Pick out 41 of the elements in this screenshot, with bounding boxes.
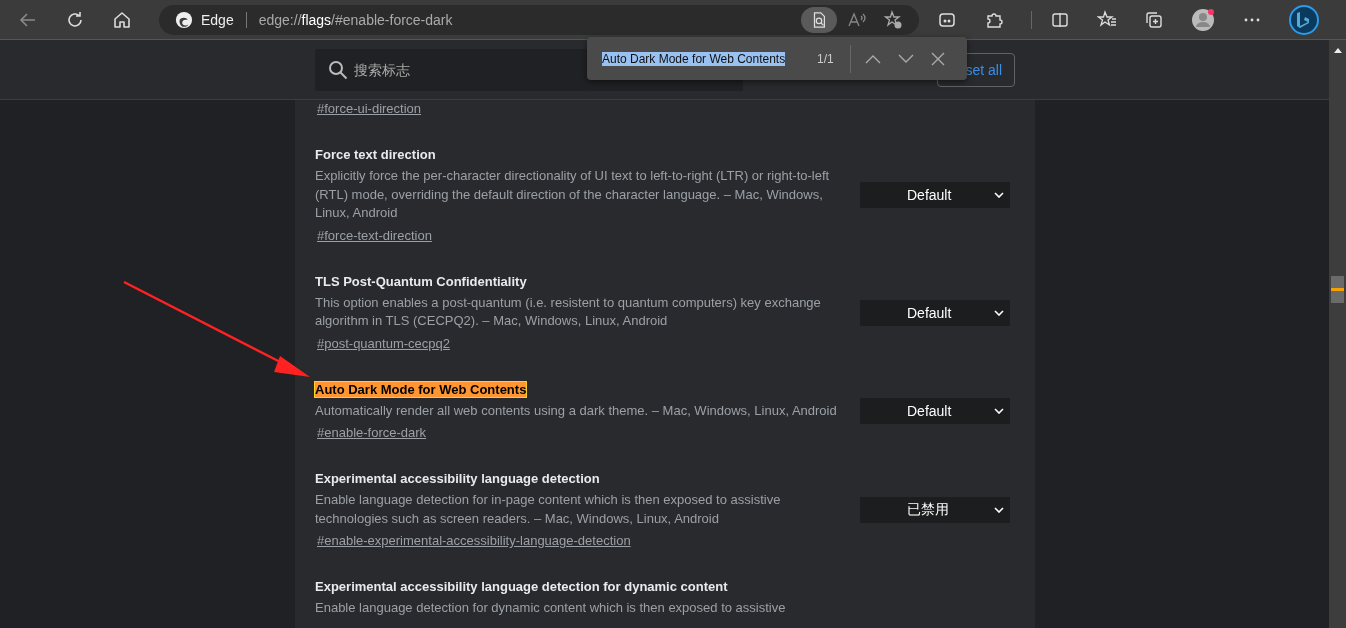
site-label: Edge: [201, 11, 234, 28]
flag-link[interactable]: #enable-experimental-accessibility-language-detection: [317, 533, 631, 548]
chevron-down-icon: [994, 192, 1004, 199]
flag-link[interactable]: #enable-force-dark: [317, 425, 427, 440]
flag-description: This option enables a post-quantum (i.e. resistent to quantum computers) key exchange algorithm in TLS (CECPQ2). – Mac, Windows, Linux, Android: [315, 293, 822, 330]
find-on-page-button[interactable]: [801, 6, 838, 33]
next-match-icon[interactable]: [897, 53, 914, 64]
chevron-down-icon: [994, 507, 1004, 513]
scroll-up-icon[interactable]: [1333, 48, 1342, 53]
add-favorite-icon[interactable]: [883, 9, 904, 30]
flag-dropdown[interactable]: Default: [860, 299, 1010, 326]
refresh-icon[interactable]: [65, 9, 85, 30]
flag-description: Enable language detection for in-page content which is then exposed to assistive technologies such as screen readers. – Mac, Windows, Linux, Android: [315, 491, 782, 528]
flag-dropdown[interactable]: Default: [860, 182, 1010, 209]
flag-title: Force text direction: [315, 147, 436, 162]
edge-logo-icon: [175, 10, 193, 29]
url-text: edge://flags/#enable-force-dark: [258, 11, 453, 28]
flag-link[interactable]: #post-quantum-cecpq2: [317, 335, 450, 351]
flag-title: TLS Post-Quantum Confidentiality: [315, 273, 527, 289]
scrollbar[interactable]: [1329, 40, 1346, 628]
bing-logo-icon[interactable]: [1289, 4, 1319, 35]
flag-title: Experimental accessibility language detection for dynamic content: [315, 579, 728, 594]
flag-dropdown[interactable]: 已禁用: [860, 497, 1010, 523]
chevron-down-icon: [994, 309, 1004, 316]
scroll-thumb[interactable]: [1331, 276, 1344, 303]
home-icon[interactable]: [112, 9, 132, 30]
chevron-down-icon: [994, 408, 1004, 415]
address-bar[interactable]: Edge edge://flags/#enable-force-dark: [159, 4, 920, 35]
avatar-icon[interactable]: [1191, 7, 1215, 32]
flag-link[interactable]: #force-ui-direction: [317, 101, 422, 116]
match-count: 1/1: [817, 51, 834, 66]
flag-description: Explicitly force the per-character directionality of UI text to left-to-right (LTR) or right-to-left (RTL) mode, overriding the default direction of the character language. – Mac, Windows, Linux, Android: [315, 167, 831, 222]
close-icon[interactable]: [930, 51, 945, 66]
flag-title: Auto Dark Mode for Web Contents: [315, 381, 527, 397]
flag-link[interactable]: #force-text-direction: [317, 227, 432, 243]
flag-dropdown[interactable]: Default: [860, 398, 1010, 425]
previous-match-icon[interactable]: [864, 53, 881, 64]
flag-description: Automatically render all web contents using a dark theme. – Mac, Windows, Linux, Android: [315, 401, 838, 420]
collections-icon[interactable]: [1144, 9, 1164, 30]
flag-title: Experimental accessibility language detection: [315, 471, 600, 486]
flag-description: Enable language detection for dynamic content which is then exposed to assistive: [315, 599, 787, 617]
